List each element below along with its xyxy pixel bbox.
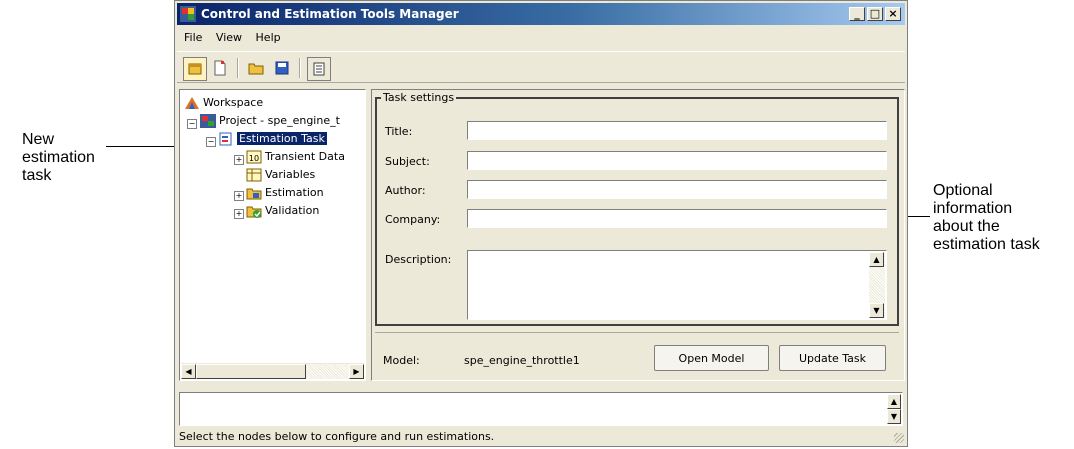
- scroll-left-icon[interactable]: ◀: [181, 364, 196, 379]
- tree-item-transient-data[interactable]: 10 Transient Data: [246, 148, 345, 166]
- save-icon[interactable]: [271, 57, 293, 79]
- tree-label: Variables: [265, 168, 316, 181]
- menu-view[interactable]: View: [211, 28, 247, 47]
- app-window: Control and Estimation Tools Manager _ □…: [174, 0, 908, 447]
- annotation-line-2: information: [933, 200, 1013, 217]
- tree-item-estimation-task[interactable]: Estimation Task: [218, 130, 327, 148]
- tree-label: Workspace: [203, 96, 264, 109]
- menu-file[interactable]: File: [179, 28, 207, 47]
- task-icon: [218, 132, 234, 146]
- task-panel: Task settings Title: Subject: Author: Co…: [371, 89, 905, 381]
- app-icon: [180, 6, 196, 22]
- maximize-button[interactable]: □: [867, 7, 883, 21]
- project-tree[interactable]: Workspace − Project - spe_engine_t − Est…: [179, 89, 366, 381]
- author-field[interactable]: [467, 180, 887, 199]
- description-field[interactable]: ▲ ▼: [467, 250, 887, 320]
- scroll-up-icon[interactable]: ▲: [869, 252, 884, 267]
- close-button[interactable]: ×: [885, 7, 901, 21]
- collapse-icon[interactable]: −: [206, 137, 216, 147]
- scroll-right-icon[interactable]: ▶: [349, 364, 364, 379]
- message-console[interactable]: ▲ ▼: [179, 392, 903, 426]
- toolbar-separator: [299, 58, 301, 78]
- annotation-line-1: New: [22, 131, 55, 148]
- subject-label: Subject:: [385, 155, 430, 168]
- new-project-icon[interactable]: [183, 57, 207, 81]
- tree-horizontal-scrollbar[interactable]: ◀ ▶: [181, 363, 364, 379]
- update-task-button[interactable]: Update Task: [779, 345, 886, 371]
- scroll-down-icon[interactable]: ▼: [869, 303, 884, 318]
- subject-field[interactable]: [467, 151, 887, 170]
- annotation-new-task: New estimation task: [22, 131, 95, 185]
- toolbar-separator: [237, 58, 239, 78]
- title-label: Title:: [385, 125, 413, 138]
- menu-bar: File View Help: [179, 28, 286, 48]
- tree-item-variables[interactable]: Variables: [246, 166, 315, 184]
- open-model-button[interactable]: Open Model: [654, 345, 769, 371]
- minimize-button[interactable]: _: [849, 7, 865, 21]
- menu-help[interactable]: Help: [251, 28, 286, 47]
- tree-label: Estimation: [265, 186, 324, 199]
- scroll-track[interactable]: [306, 364, 349, 379]
- scroll-thumb[interactable]: [196, 364, 306, 379]
- model-label: Model:: [383, 354, 420, 367]
- company-field[interactable]: [467, 209, 887, 228]
- tree-label: Project - spe_engine_t: [219, 114, 340, 127]
- open-icon[interactable]: [245, 57, 267, 79]
- scroll-down-icon[interactable]: ▼: [887, 409, 901, 424]
- tree-item-estimation[interactable]: Estimation: [246, 184, 324, 202]
- annotation-line-2: estimation: [22, 149, 95, 166]
- annotation-line-3: about the: [933, 218, 1000, 235]
- validation-icon: [246, 204, 262, 218]
- annotation-line-4: estimation task: [933, 236, 1040, 253]
- annotation-optional-info: Optional information about the estimatio…: [933, 182, 1040, 254]
- tree-label: Estimation Task: [237, 132, 327, 145]
- window-title: Control and Estimation Tools Manager: [201, 7, 459, 21]
- author-label: Author:: [385, 184, 426, 197]
- title-field[interactable]: [467, 121, 887, 140]
- model-row: Model: spe_engine_throttle1 Open Model U…: [375, 332, 899, 377]
- task-settings-group: Task settings Title: Subject: Author: Co…: [375, 91, 899, 326]
- variables-icon: [246, 168, 262, 182]
- expand-icon[interactable]: +: [234, 155, 244, 165]
- collapse-icon[interactable]: −: [187, 119, 197, 129]
- tree-item-project[interactable]: Project - spe_engine_t: [200, 112, 340, 130]
- tree-label: Validation: [265, 204, 320, 217]
- description-label: Description:: [385, 253, 452, 266]
- toolbar: [177, 51, 905, 83]
- project-icon: [200, 114, 216, 128]
- expand-icon[interactable]: +: [234, 209, 244, 219]
- model-name: spe_engine_throttle1: [464, 354, 580, 367]
- svg-text:10: 10: [249, 154, 259, 163]
- new-task-icon[interactable]: [209, 57, 231, 79]
- tree-item-workspace[interactable]: Workspace: [184, 94, 263, 112]
- task-settings-legend: Task settings: [381, 91, 457, 104]
- data-icon: 10: [246, 150, 262, 164]
- scroll-up-icon[interactable]: ▲: [887, 394, 901, 409]
- estimation-icon: [246, 186, 262, 200]
- annotation-line-3: task: [22, 167, 52, 184]
- company-label: Company:: [385, 213, 441, 226]
- tree-item-validation[interactable]: Validation: [246, 202, 319, 220]
- notes-icon[interactable]: [307, 57, 331, 81]
- workspace-icon: [184, 96, 200, 110]
- status-text: Select the nodes below to configure and …: [179, 430, 495, 443]
- title-bar[interactable]: Control and Estimation Tools Manager _ □…: [177, 3, 905, 25]
- resize-grip-icon[interactable]: [894, 433, 904, 443]
- annotation-line-1: Optional: [933, 182, 993, 199]
- tree-label: Transient Data: [265, 150, 345, 163]
- description-scrollbar[interactable]: ▲ ▼: [869, 252, 885, 318]
- expand-icon[interactable]: +: [234, 191, 244, 201]
